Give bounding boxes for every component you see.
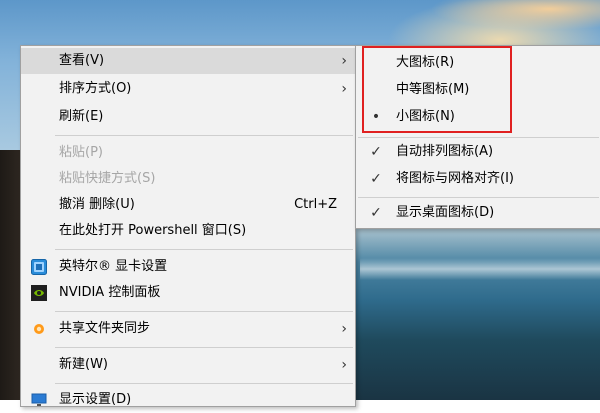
submenu-item-show-desktop-icons[interactable]: ✓ 显示桌面图标(D): [356, 200, 600, 226]
chevron-right-icon: ›: [341, 53, 347, 69]
menu-separator: [55, 311, 353, 312]
menu-item-new[interactable]: 新建(W) ›: [21, 352, 355, 378]
checkmark-icon: ✓: [370, 144, 382, 160]
menu-item-refresh[interactable]: 刷新(E): [21, 104, 355, 130]
menu-separator: [55, 135, 353, 136]
menu-item-paste-shortcut: 粘贴快捷方式(S): [59, 171, 156, 186]
menu-item-display-settings[interactable]: 显示设置(D): [21, 387, 355, 413]
submenu-separator: [358, 137, 599, 138]
menu-item-view[interactable]: 查看(V) ›: [21, 48, 355, 74]
submenu-item-align-to-grid[interactable]: ✓ 将图标与网格对齐(I): [356, 166, 600, 192]
chevron-right-icon: ›: [341, 81, 347, 97]
wallpaper-wave: [360, 258, 600, 280]
shortcut-text: Ctrl+Z: [294, 197, 337, 212]
red-annotation-box: [362, 46, 512, 133]
menu-item-sort-by[interactable]: 排序方式(O) ›: [21, 76, 355, 102]
intel-graphics-icon: [31, 259, 47, 275]
menu-separator: [55, 347, 353, 348]
menu-item-intel-graphics[interactable]: 英特尔® 显卡设置: [21, 254, 355, 280]
desktop-context-menu: 查看(V) › 排序方式(O) › 刷新(E) 粘贴(P) 粘贴快捷方式(S) …: [20, 45, 356, 407]
chevron-right-icon: ›: [341, 357, 347, 373]
submenu-separator: [358, 197, 599, 198]
nvidia-icon: [31, 285, 47, 301]
menu-item-open-powershell[interactable]: 在此处打开 Powershell 窗口(S): [21, 218, 355, 244]
menu-item-undo-delete[interactable]: 撤消 删除(U) Ctrl+Z: [21, 192, 355, 218]
menu-item-share-folder-sync[interactable]: 共享文件夹同步 ›: [21, 316, 355, 342]
submenu-item-auto-arrange[interactable]: ✓ 自动排列图标(A): [356, 139, 600, 165]
display-settings-icon: [31, 393, 47, 406]
menu-item-paste: 粘贴(P): [59, 145, 103, 160]
chevron-right-icon: ›: [341, 321, 347, 337]
checkmark-icon: ✓: [370, 205, 382, 221]
menu-separator: [55, 249, 353, 250]
menu-item-nvidia-control-panel[interactable]: NVIDIA 控制面板: [21, 280, 355, 306]
menu-separator: [55, 383, 353, 384]
share-sync-icon: [34, 324, 44, 334]
checkmark-icon: ✓: [370, 171, 382, 187]
wallpaper-sunlight: [430, 0, 600, 30]
